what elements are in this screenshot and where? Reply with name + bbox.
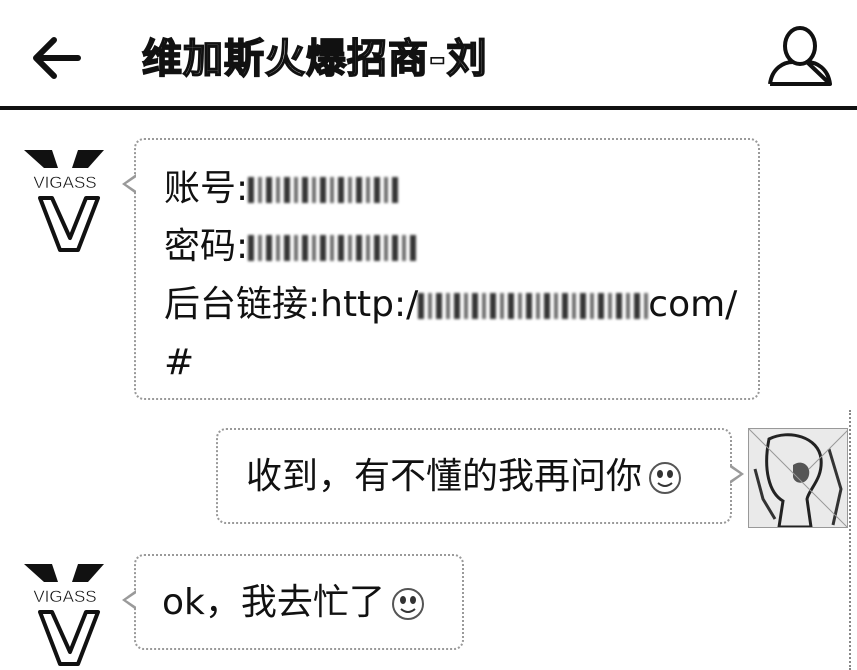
message-line: 密码: [164, 218, 737, 276]
vigass-logo-icon: VIGASS [24, 150, 104, 252]
message-bubble-ok[interactable]: ok，我去忙了 [122, 554, 464, 650]
back-arrow-icon[interactable] [26, 28, 86, 88]
smiley-icon [391, 588, 424, 620]
my-avatar[interactable] [748, 428, 848, 528]
contact-avatar[interactable]: VIGASS [18, 146, 128, 256]
back-button[interactable] [26, 28, 86, 88]
password-label: 密码: [164, 226, 249, 267]
reply-text: 收到，有不懂的我再问你 [246, 456, 643, 497]
person-icon[interactable] [766, 24, 834, 88]
account-label: 账号: [164, 168, 249, 209]
user-photo-icon [749, 429, 847, 527]
link-hash: # [164, 342, 195, 383]
chat-screen: 维加斯火爆招商-刘 VIGASS 账号: 密码: 后台链接:http:/ com/ [0, 0, 857, 670]
ok-text: ok，我去忙了 [162, 582, 385, 623]
smiley-icon [649, 462, 682, 494]
vigass-logo-icon: VIGASS [24, 564, 104, 666]
profile-button[interactable] [766, 24, 834, 88]
message-bubble-credentials[interactable]: 账号: 密码: 后台链接:http:/ com/ # [122, 138, 760, 400]
message-line: 收到，有不懂的我再问你 [246, 448, 682, 506]
vigass-brand: VIGASS [33, 587, 96, 606]
message-line: 账号: [164, 160, 737, 218]
chat-header: 维加斯火爆招商-刘 [0, 0, 857, 110]
message-line: # [164, 334, 737, 392]
message-bubble-reply[interactable]: 收到，有不懂的我再问你 [216, 428, 744, 524]
backend-link-label: 后台链接:http:/ [164, 284, 419, 325]
chat-title: 维加斯火爆招商-刘 [141, 35, 488, 83]
message-line: 后台链接:http:/ com/ [164, 276, 737, 334]
scrollbar[interactable] [849, 410, 857, 670]
redacted-account [248, 177, 399, 203]
message-line: ok，我去忙了 [162, 574, 425, 632]
redacted-password [248, 235, 419, 261]
backend-link-suffix: com/ [648, 284, 738, 325]
contact-avatar[interactable]: VIGASS [18, 560, 128, 670]
redacted-domain [418, 293, 649, 319]
vigass-brand: VIGASS [33, 173, 96, 192]
